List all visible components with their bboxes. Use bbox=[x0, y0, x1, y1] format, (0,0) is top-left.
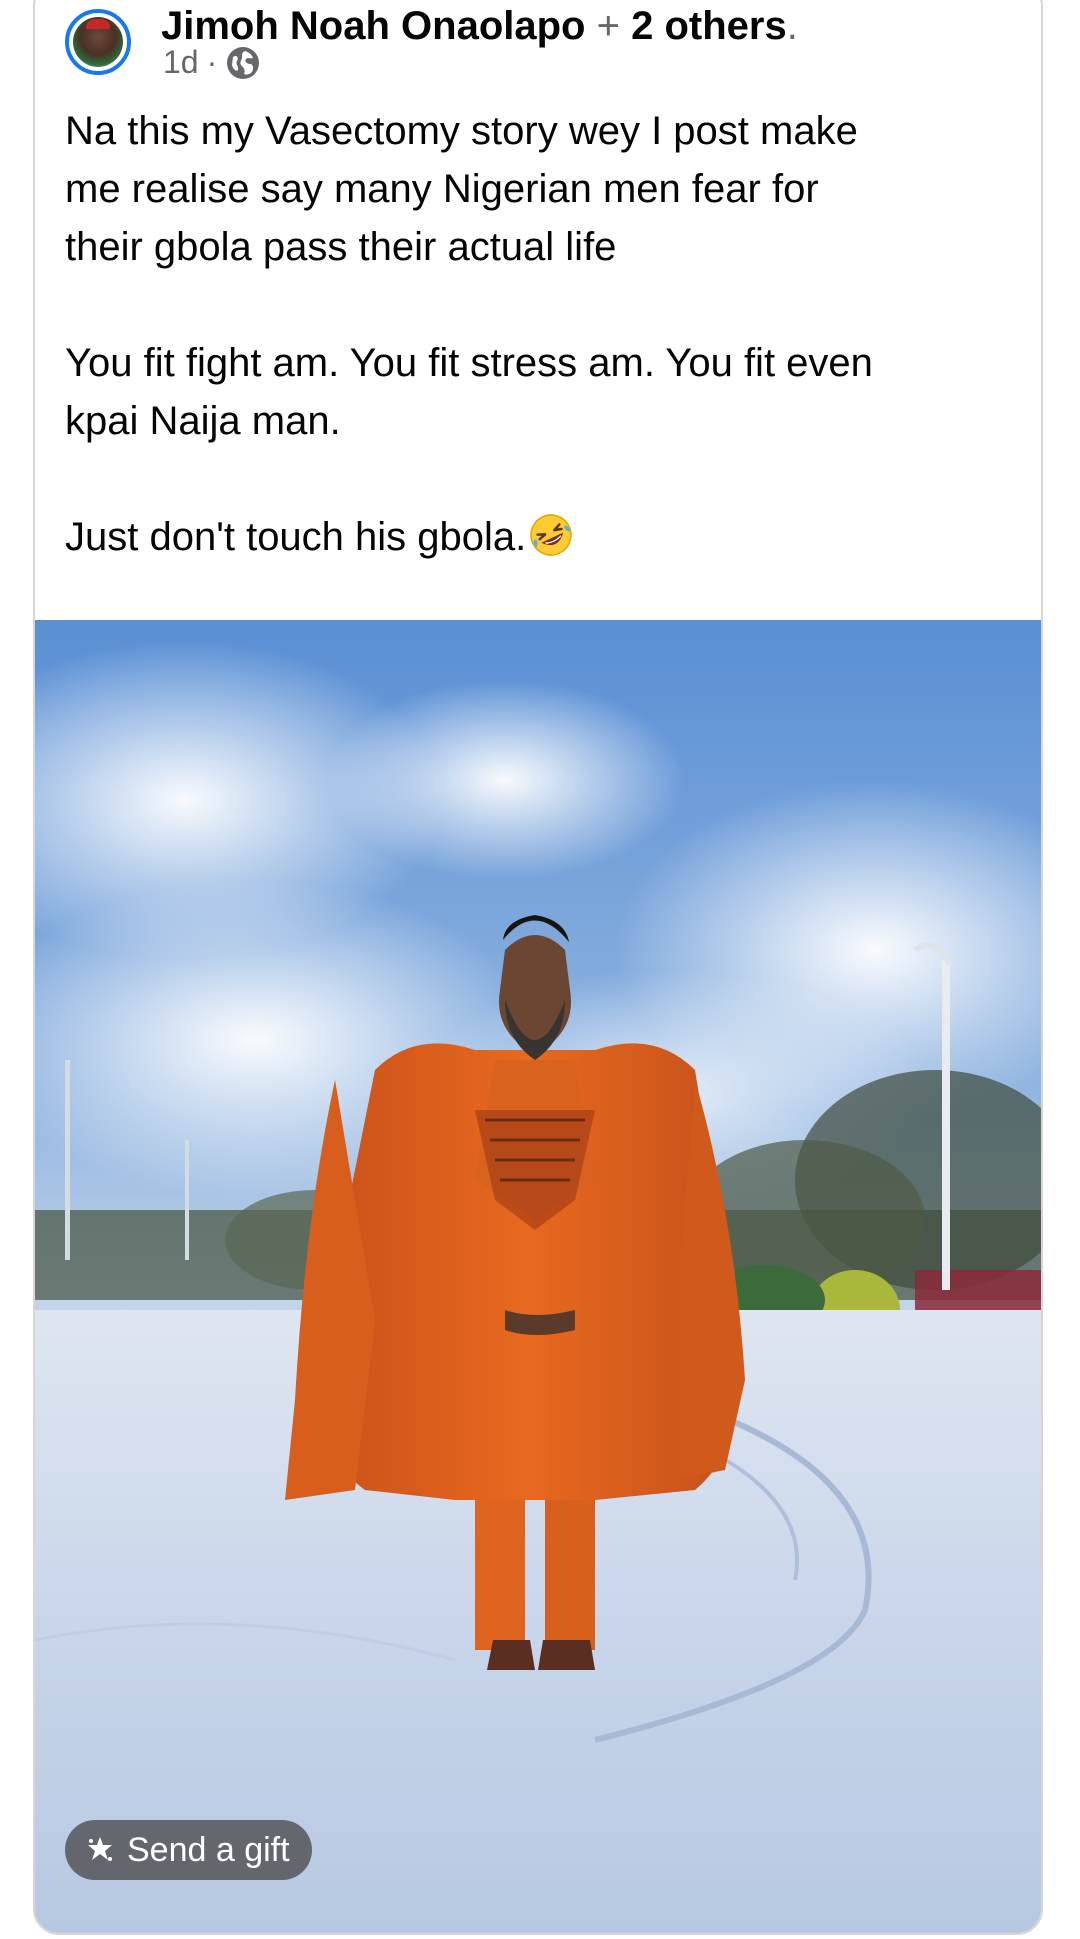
send-gift-button[interactable]: Send a gift bbox=[65, 1820, 312, 1880]
post-text-last-line: Just don't touch his gbola. bbox=[65, 508, 1025, 566]
post-timestamp[interactable]: 1d bbox=[163, 44, 199, 81]
trailing-dot: . bbox=[786, 4, 798, 48]
post-text: Na this my Vasectomy story wey I post ma… bbox=[65, 102, 1025, 566]
post-text-line: You fit fight am. You fit stress am. You… bbox=[65, 341, 873, 385]
globe-icon[interactable] bbox=[225, 45, 261, 81]
gift-icon bbox=[88, 1837, 112, 1861]
meta-separator: · bbox=[206, 44, 218, 80]
author-line[interactable]: Jimoh Noah Onaolapo + 2 others. bbox=[161, 4, 798, 48]
rolling-on-floor-laughing-emoji-icon bbox=[530, 514, 573, 556]
author-name[interactable]: Jimoh Noah Onaolapo bbox=[161, 4, 585, 48]
post-card: Jimoh Noah Onaolapo + 2 others. 1d · Na … bbox=[33, 0, 1043, 1935]
post-meta: 1d · bbox=[163, 44, 261, 81]
post-text-line: Just don't touch his gbola. bbox=[65, 515, 527, 559]
post-text-line: kpai Naija man. bbox=[65, 399, 341, 443]
avatar-cap bbox=[86, 19, 110, 29]
author-avatar[interactable] bbox=[65, 9, 131, 75]
plus-sign: + bbox=[596, 4, 620, 48]
post-text-line: their gbola pass their actual life bbox=[65, 225, 617, 269]
coauthors-link[interactable]: 2 others bbox=[631, 4, 787, 48]
post-text-line: me realise say many Nigerian men fear fo… bbox=[65, 167, 819, 211]
post-text-line: Na this my Vasectomy story wey I post ma… bbox=[65, 109, 858, 153]
send-gift-label: Send a gift bbox=[127, 1830, 290, 1869]
post-photo[interactable] bbox=[35, 620, 1043, 1935]
